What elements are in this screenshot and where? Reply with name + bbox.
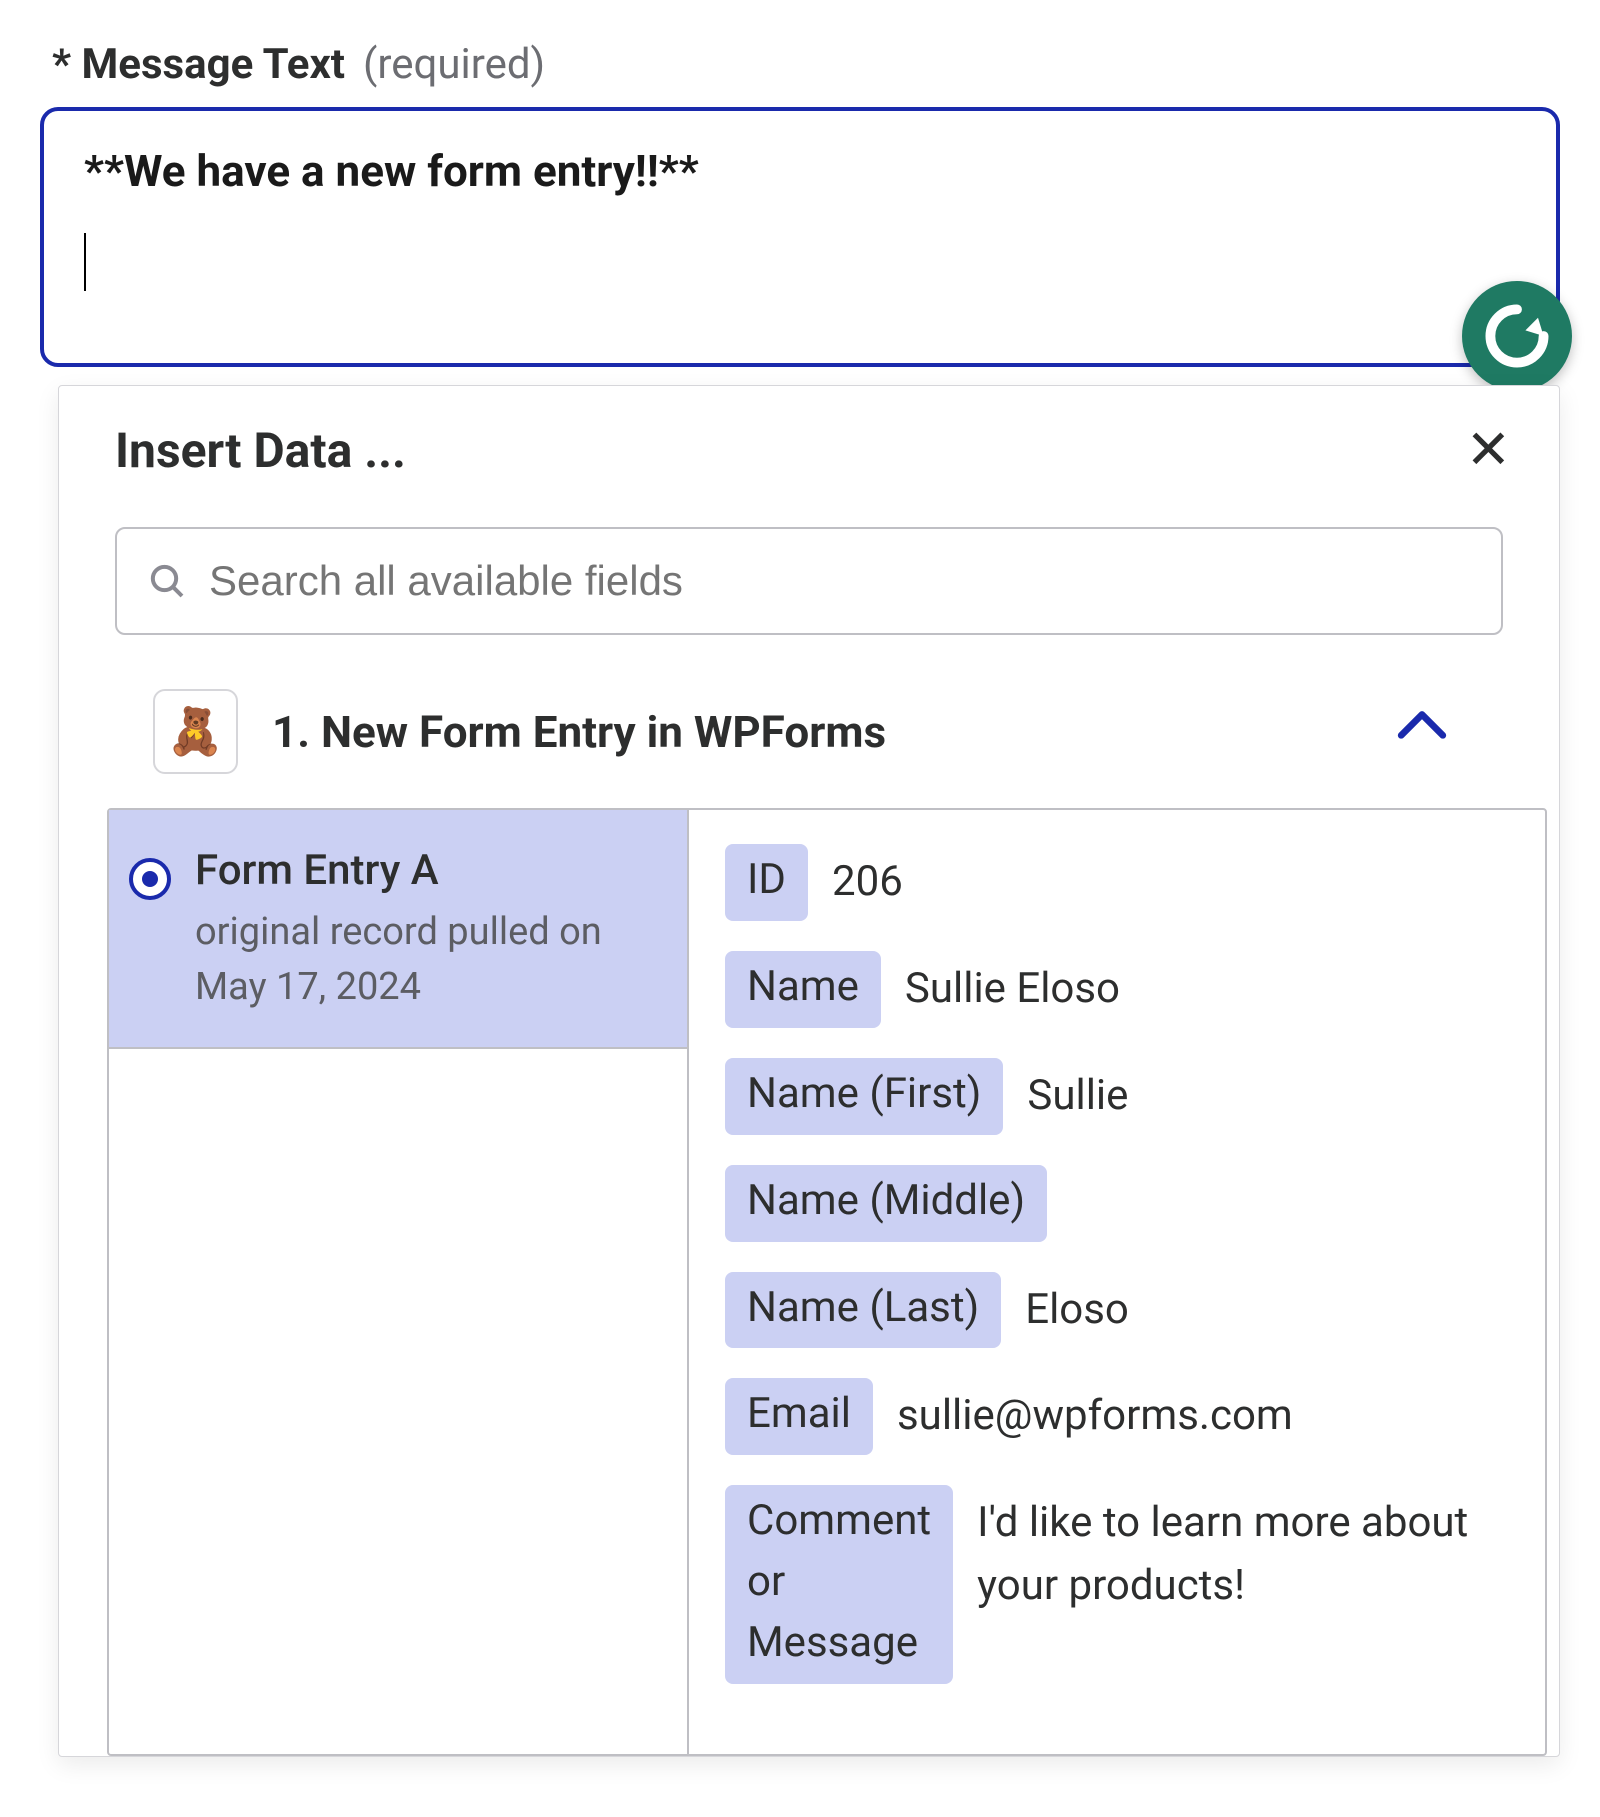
field-label-pill: Name (First)	[725, 1058, 1003, 1135]
search-field[interactable]	[115, 527, 1503, 635]
field-row[interactable]: Email sullie@wpforms.com	[725, 1378, 1517, 1455]
field-value: Sullie	[1027, 1058, 1128, 1127]
field-label-text: Message Text	[82, 40, 346, 89]
field-value: Eloso	[1025, 1272, 1129, 1341]
radio-selected-icon	[129, 858, 171, 900]
field-row[interactable]: Name (Last) Eloso	[725, 1272, 1517, 1349]
search-input[interactable]	[209, 557, 1471, 605]
required-asterisk: *	[52, 40, 71, 89]
field-row[interactable]: Name (Middle)	[725, 1165, 1517, 1242]
records-list: Form Entry A original record pulled on M…	[109, 810, 689, 1754]
insert-data-dropdown: Insert Data ... ✕ 🧸 1. New Form Entry in…	[58, 385, 1560, 1757]
field-label-pill: Name	[725, 951, 881, 1028]
field-value: 206	[832, 844, 903, 913]
textarea-content: **We have a new form entry!!**	[84, 143, 1516, 203]
field-row[interactable]: CommentorMessageI'd like to learn more a…	[725, 1485, 1517, 1684]
field-label-pill: CommentorMessage	[725, 1485, 953, 1684]
step-header[interactable]: 🧸 1. New Form Entry in WPForms	[59, 655, 1559, 808]
field-label-row: * Message Text (required)	[52, 40, 1560, 89]
field-row[interactable]: Name (First) Sullie	[725, 1058, 1517, 1135]
chevron-up-icon	[1397, 707, 1447, 757]
field-label-pill: Name (Last)	[725, 1272, 1001, 1349]
search-icon	[147, 561, 187, 601]
field-value: I'd like to learn more about your produc…	[977, 1485, 1517, 1617]
close-icon[interactable]: ✕	[1466, 424, 1511, 478]
required-hint: (required)	[363, 40, 545, 89]
text-cursor	[84, 233, 86, 291]
field-label-pill: ID	[725, 844, 808, 921]
field-label-pill: Name (Middle)	[725, 1165, 1047, 1242]
record-item[interactable]: Form Entry A original record pulled on M…	[109, 810, 687, 1049]
field-value: Sullie Eloso	[905, 951, 1120, 1020]
grammarly-icon[interactable]	[1462, 281, 1572, 391]
field-label-pill: Email	[725, 1378, 873, 1455]
message-textarea[interactable]: **We have a new form entry!!**	[40, 107, 1560, 367]
record-title: Form Entry A	[195, 846, 602, 895]
field-value: sullie@wpforms.com	[897, 1378, 1293, 1447]
step-app-icon: 🧸	[153, 689, 238, 774]
field-row[interactable]: ID 206	[725, 844, 1517, 921]
record-subtitle: original record pulled on May 17, 2024	[195, 905, 602, 1015]
records-panel: Form Entry A original record pulled on M…	[107, 808, 1547, 1756]
dropdown-title: Insert Data ...	[115, 422, 406, 479]
step-title: 1. New Form Entry in WPForms	[272, 706, 886, 758]
field-row[interactable]: Name Sullie Eloso	[725, 951, 1517, 1028]
fields-list: ID206NameSullie ElosoName (First)SullieN…	[689, 810, 1545, 1754]
